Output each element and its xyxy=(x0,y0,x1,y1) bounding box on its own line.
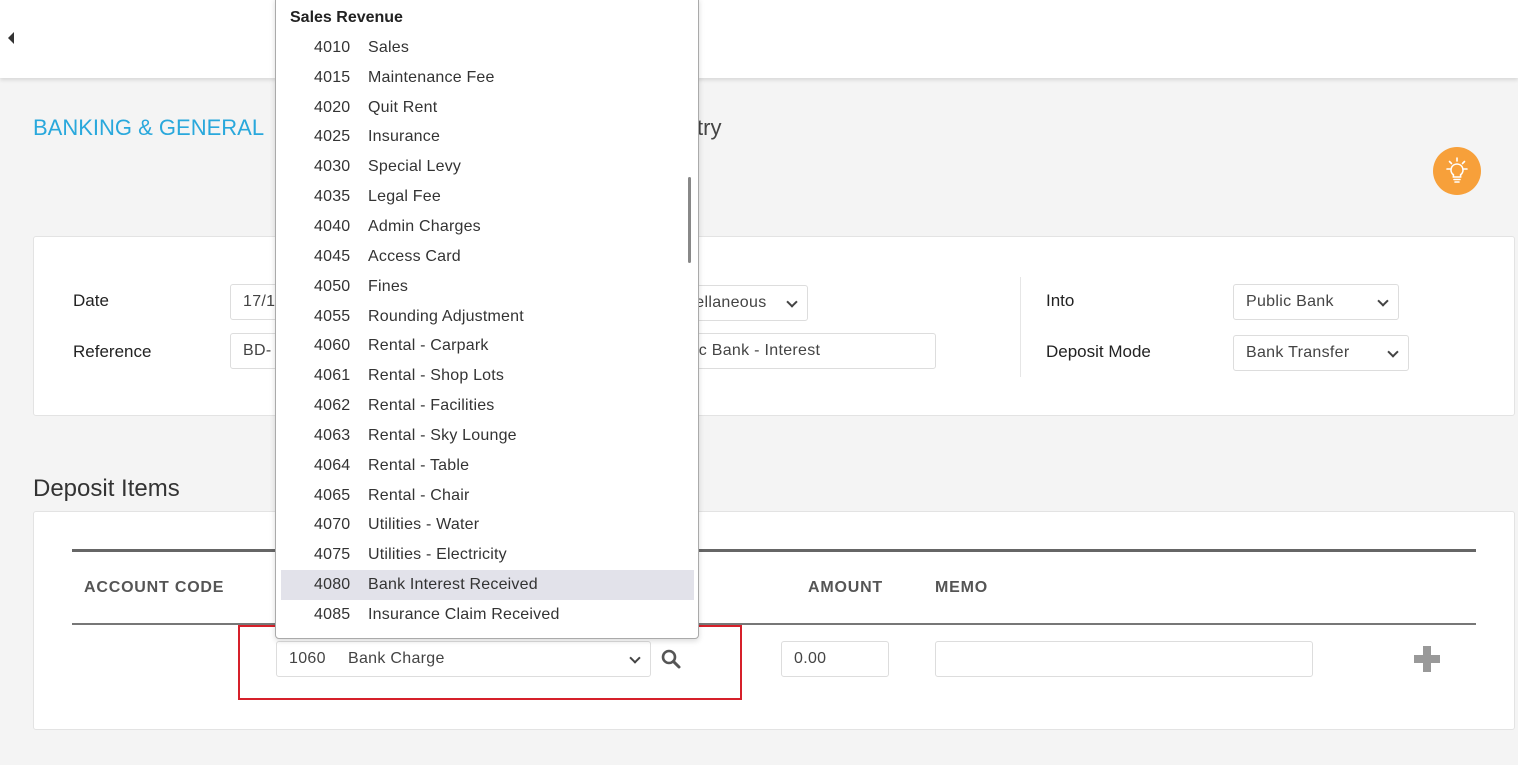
account-code-dropdown[interactable]: Sales Revenue 4010 Sales 4015 Maintenance F… xyxy=(275,0,699,639)
dropdown-option[interactable]: 4060 Rental - Carpark xyxy=(281,331,694,361)
dropdown-option[interactable]: 4035 Legal Fee xyxy=(281,182,694,212)
option-name: Bank Interest Received xyxy=(368,576,538,594)
option-code: 4055 xyxy=(314,307,351,325)
deposit-mode-select[interactable]: Bank Transfer xyxy=(1233,335,1409,371)
amount-header: AMOUNT xyxy=(808,579,884,596)
amount-field[interactable]: 0.00 xyxy=(781,641,889,677)
option-code: 4061 xyxy=(314,367,351,385)
dropdown-option[interactable]: 4064 Rental - Table xyxy=(281,451,694,481)
dropdown-option[interactable]: 4025 Insurance xyxy=(281,123,694,153)
into-select[interactable]: Public Bank xyxy=(1233,284,1399,320)
option-name: Rental - Shop Lots xyxy=(368,367,505,385)
dropdown-option[interactable]: 4065 Rental - Chair xyxy=(281,481,694,511)
dropdown-option[interactable]: 4040 Admin Charges xyxy=(281,212,694,242)
plus-icon[interactable] xyxy=(1414,646,1440,672)
option-name: Access Card xyxy=(368,247,461,265)
option-code: 4063 xyxy=(314,426,351,444)
dropdown-option[interactable]: 4030 Special Levy xyxy=(281,152,694,182)
help-button[interactable] xyxy=(1433,147,1481,195)
top-bar xyxy=(0,0,1518,78)
option-code: 4075 xyxy=(314,546,351,564)
option-code: 4080 xyxy=(314,576,351,594)
memo-field[interactable] xyxy=(935,641,1313,677)
option-code: 4015 xyxy=(314,68,351,86)
account-code-header: ACCOUNT CODE xyxy=(84,579,225,596)
option-name: Utilities - Electricity xyxy=(368,546,507,564)
option-code: 4070 xyxy=(314,516,351,534)
deposit-items-title: Deposit Items xyxy=(33,475,180,502)
option-name: Maintenance Fee xyxy=(368,68,495,86)
lightbulb-icon xyxy=(1446,157,1468,183)
option-code: 4025 xyxy=(314,128,351,146)
option-code: 4060 xyxy=(314,337,351,355)
dropdown-option[interactable]: 4063 Rental - Sky Lounge xyxy=(281,421,694,451)
dropdown-option[interactable]: 4070 Utilities - Water xyxy=(281,511,694,541)
dropdown-option[interactable]: 4015 Maintenance Fee xyxy=(281,63,694,93)
option-code: 4085 xyxy=(314,605,351,623)
option-code: 4035 xyxy=(314,188,351,206)
option-code: 4062 xyxy=(314,397,351,415)
dropdown-option[interactable]: 4020 Quit Rent xyxy=(281,93,694,123)
deposit-mode-label: Deposit Mode xyxy=(1046,342,1151,361)
page-subtitle: try xyxy=(697,115,722,140)
option-name: Rental - Chair xyxy=(368,486,470,504)
dropdown-option[interactable]: 4055 Rounding Adjustment xyxy=(281,302,694,332)
option-name: Rental - Table xyxy=(368,456,470,474)
option-code: 4020 xyxy=(314,98,351,116)
dropdown-option[interactable]: 4010 Sales xyxy=(281,33,694,63)
option-name: Quit Rent xyxy=(368,98,438,116)
dropdown-scrollbar[interactable] xyxy=(688,177,691,263)
memo-header: MEMO xyxy=(935,579,988,596)
dropdown-group-label: Sales Revenue xyxy=(290,9,403,26)
dropdown-option[interactable]: 4085 Insurance Claim Received xyxy=(281,600,694,630)
page-title: BANKING & GENERAL try xyxy=(33,115,721,141)
option-name: Admin Charges xyxy=(368,217,481,235)
option-name: Rental - Carpark xyxy=(368,337,489,355)
option-code: 4064 xyxy=(314,456,351,474)
module-title: BANKING & GENERAL xyxy=(33,115,265,140)
option-code: 4050 xyxy=(314,277,351,295)
option-code: 4045 xyxy=(314,247,351,265)
option-name: Insurance xyxy=(368,128,441,146)
option-code: 4040 xyxy=(314,217,351,235)
into-label: Into xyxy=(1046,291,1075,310)
date-label: Date xyxy=(73,291,109,310)
option-code: 4010 xyxy=(314,38,351,56)
dropdown-option[interactable]: 4080 Bank Interest Received xyxy=(281,570,694,601)
option-name: Sales xyxy=(368,38,410,56)
dropdown-option[interactable]: 4062 Rental - Facilities xyxy=(281,391,694,421)
deposit-header-panel xyxy=(33,236,1515,416)
dropdown-options: 4010 Sales 4015 Maintenance Fee 4020 Quit Ren… xyxy=(281,33,694,630)
option-name: Special Levy xyxy=(368,158,462,176)
option-name: Fines xyxy=(368,277,409,295)
option-name: Rental - Sky Lounge xyxy=(368,426,517,444)
dropdown-option[interactable]: 4075 Utilities - Electricity xyxy=(281,540,694,570)
caret-left-icon[interactable] xyxy=(8,32,14,44)
reference-label: Reference xyxy=(73,342,152,361)
dropdown-option[interactable]: 4045 Access Card xyxy=(281,242,694,272)
option-name: Legal Fee xyxy=(368,188,441,206)
option-name: Utilities - Water xyxy=(368,516,480,534)
option-code: 4065 xyxy=(314,486,351,504)
option-name: Rental - Facilities xyxy=(368,397,495,415)
option-code: 4030 xyxy=(314,158,351,176)
option-name: Insurance Claim Received xyxy=(368,605,560,623)
dropdown-option[interactable]: 4050 Fines xyxy=(281,272,694,302)
form-divider xyxy=(1020,277,1021,377)
dropdown-option[interactable]: 4061 Rental - Shop Lots xyxy=(281,361,694,391)
option-name: Rounding Adjustment xyxy=(368,307,524,325)
